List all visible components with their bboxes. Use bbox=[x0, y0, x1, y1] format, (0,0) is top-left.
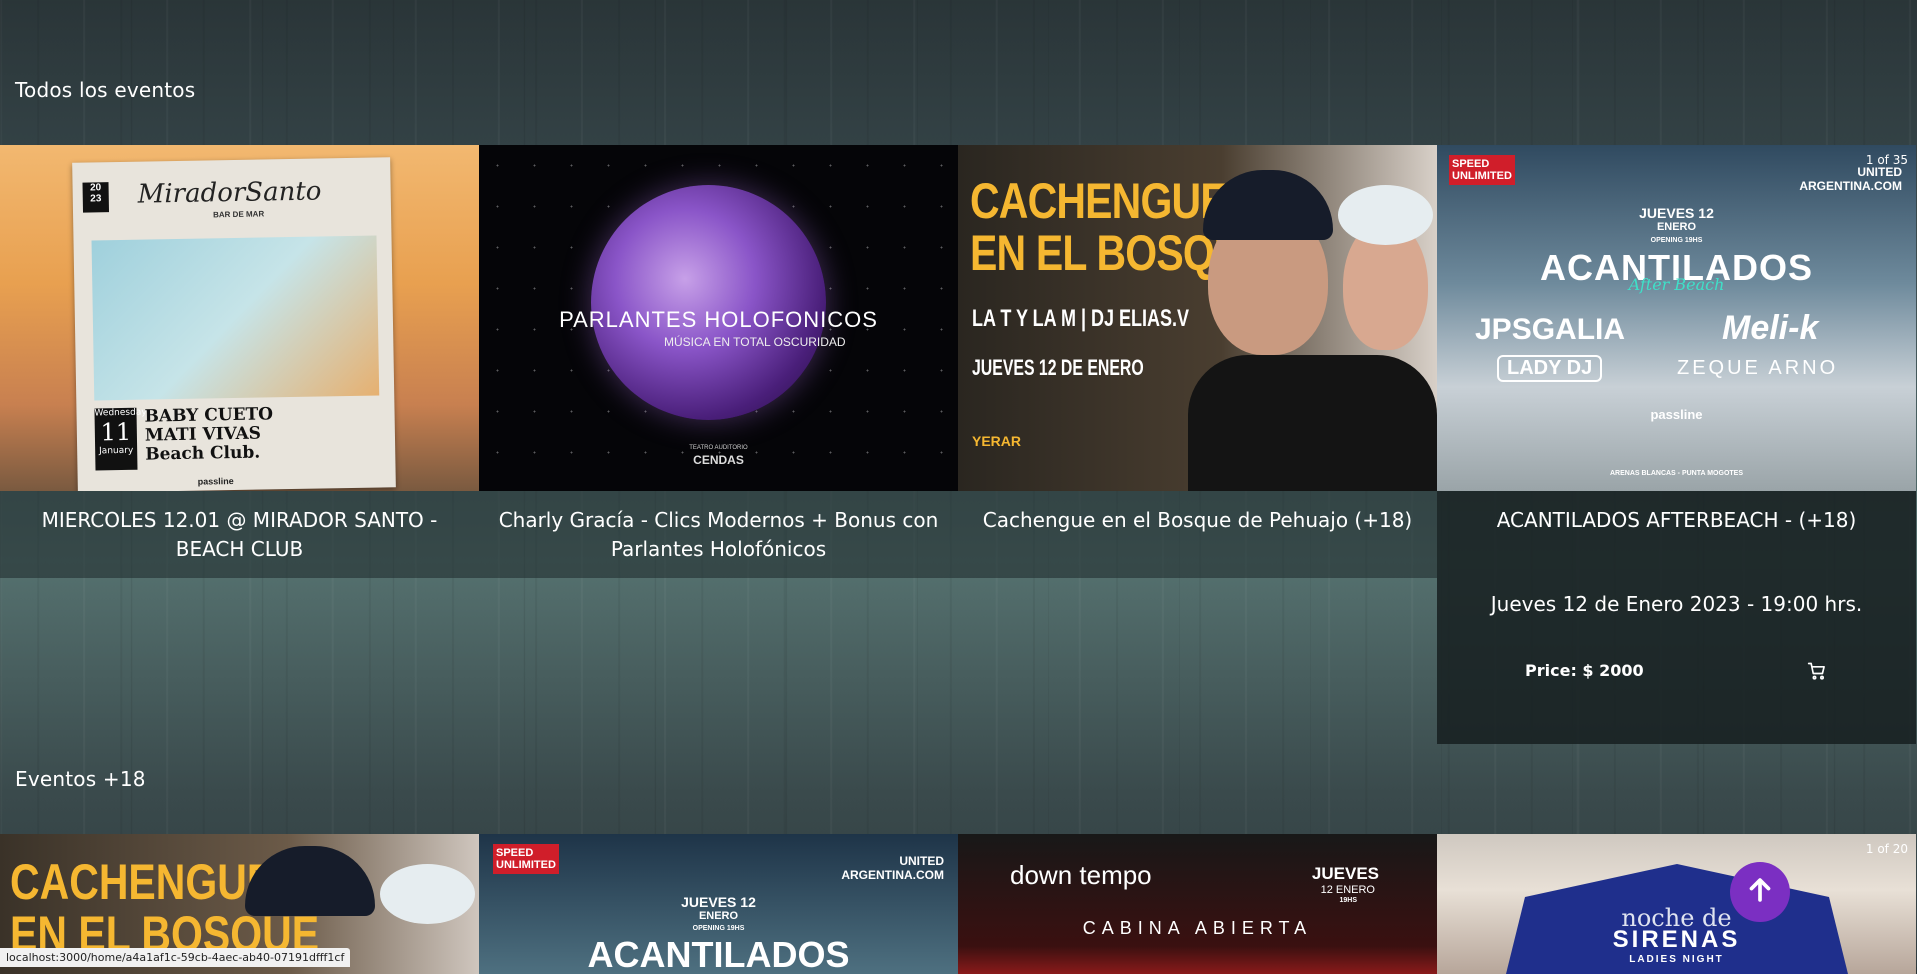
poster-line: LADIES NIGHT bbox=[1629, 954, 1724, 965]
poster-lineup: BABY CUETO MATI VIVAS Beach Club. bbox=[144, 404, 273, 465]
poster-day: JUEVES 12 bbox=[681, 894, 756, 910]
event-title-bar[interactable]: Charly Gracía - Clics Modernos + Bonus c… bbox=[479, 491, 958, 578]
event-title-bar[interactable]: MIERCOLES 12.01 @ MIRADOR SANTO - BEACH … bbox=[0, 491, 479, 578]
event-title-bar[interactable]: Cachengue en el Bosque de Pehuajo (+18) bbox=[958, 491, 1437, 578]
poster-month: ENERO bbox=[1656, 221, 1697, 233]
event-title-bar[interactable]: ACANTILADOS AFTERBEACH - (+18) bbox=[1437, 491, 1916, 578]
poster-sponsor: passline bbox=[1650, 407, 1703, 422]
event-title[interactable]: MIERCOLES 12.01 @ MIRADOR SANTO - BEACH … bbox=[0, 506, 479, 564]
poster-paper: MiradorSanto BAR DE MAR 20 23 Wednesday … bbox=[72, 157, 396, 491]
poster-planet bbox=[591, 185, 826, 420]
poster-month: ENERO bbox=[698, 910, 739, 922]
poster-footer: ARENAS BLANCAS - PUNTA MOGOTES bbox=[1610, 470, 1743, 477]
poster-badge: SPEED UNLIMITED bbox=[493, 844, 559, 874]
event-card[interactable]: down tempo JUEVES 12 ENERO 19HS CABINA A… bbox=[958, 834, 1437, 974]
poster-headline: PARLANTES HOLOFONICOS bbox=[559, 307, 878, 332]
event-card[interactable]: 1 of 20 noche de SIRENAS LADIES NIGHT bbox=[1437, 834, 1916, 974]
event-card[interactable]: PARLANTES HOLOFONICOS MÚSICA EN TOTAL OS… bbox=[479, 145, 958, 744]
event-price: Price: $ 2000 bbox=[1525, 661, 1644, 680]
poster-sponsor: passline bbox=[197, 476, 234, 487]
poster-month: January bbox=[99, 445, 134, 457]
poster-radio: UNITED ARGENTINA.COM bbox=[1799, 165, 1902, 193]
poster-badge: SPEED UNLIMITED bbox=[1449, 155, 1515, 185]
poster-date: 12 ENERO bbox=[1320, 884, 1375, 896]
event-poster[interactable]: CACHENGUE EN EL BOSQUE LA T Y LA M | DJ … bbox=[958, 145, 1437, 491]
poster-script: After Beach bbox=[1628, 275, 1725, 294]
poster-lineup: LA T Y LA M | DJ ELIAS.V bbox=[972, 305, 1190, 332]
event-poster[interactable]: 1 of 35 SPEED UNLIMITED UNITED ARGENTINA… bbox=[1437, 145, 1916, 491]
poster-headline: ACANTILADOS bbox=[587, 934, 850, 974]
poster-artist: LADY DJ bbox=[1497, 355, 1603, 382]
poster-subtitle: BAR DE MAR bbox=[212, 209, 265, 220]
poster-radio: UNITED ARGENTINA.COM bbox=[841, 854, 944, 882]
event-card[interactable]: MiradorSanto BAR DE MAR 20 23 Wednesday … bbox=[0, 145, 479, 744]
event-date: Jueves 12 de Enero 2023 - 19:00 hrs. bbox=[1490, 592, 1863, 616]
event-card[interactable]: CACHENGUE EN EL BOSQUE LA T Y LA M | DJ … bbox=[958, 145, 1437, 744]
arrow-up-icon bbox=[1743, 873, 1777, 911]
poster-hair bbox=[1338, 185, 1433, 245]
carousel-counter: 1 of 20 bbox=[1865, 842, 1908, 856]
poster-date: JUEVES 12 DE ENERO bbox=[972, 355, 1144, 380]
event-poster[interactable]: down tempo JUEVES 12 ENERO 19HS CABINA A… bbox=[958, 834, 1437, 974]
event-title[interactable]: Cachengue en el Bosque de Pehuajo (+18) bbox=[977, 506, 1418, 535]
carousel-counter: 1 of 35 bbox=[1865, 153, 1908, 167]
poster-line: SIRENAS bbox=[1612, 926, 1741, 953]
poster-brand: MiradorSanto bbox=[137, 176, 322, 210]
browser-status-bar: localhost:3000/home/a4a1af1c-59cb-4aec-a… bbox=[0, 948, 351, 967]
poster-sponsor: YERAR bbox=[972, 433, 1022, 449]
poster-day: JUEVES bbox=[1311, 864, 1379, 883]
poster-line: Beach Club. bbox=[145, 442, 261, 465]
event-title[interactable]: ACANTILADOS AFTERBEACH - (+18) bbox=[1491, 506, 1863, 535]
poster-opening: OPENING 19HS bbox=[692, 925, 745, 932]
event-poster[interactable]: 1 of 20 noche de SIRENAS LADIES NIGHT bbox=[1437, 834, 1916, 974]
poster-art bbox=[91, 235, 380, 401]
event-title[interactable]: Charly Gracía - Clics Modernos + Bonus c… bbox=[479, 506, 958, 564]
poster-year: 20 23 bbox=[82, 182, 110, 213]
poster-hair bbox=[380, 864, 475, 924]
event-poster[interactable]: SPEED UNLIMITED UNITED ARGENTINA.COM JUE… bbox=[479, 834, 958, 974]
event-poster[interactable]: PARLANTES HOLOFONICOS MÚSICA EN TOTAL OS… bbox=[479, 145, 958, 491]
event-poster[interactable]: MiradorSanto BAR DE MAR 20 23 Wednesday … bbox=[0, 145, 479, 491]
poster-artist: ZEQUE ARNO bbox=[1677, 357, 1839, 379]
poster-artist: Meli-k bbox=[1722, 309, 1819, 347]
section-title-all-events: Todos los eventos bbox=[15, 78, 196, 102]
poster-date-box: Wednesday 11 January bbox=[94, 408, 147, 471]
poster-tagline: MÚSICA EN TOTAL OSCURIDAD bbox=[664, 335, 846, 349]
scroll-to-top-button[interactable] bbox=[1730, 862, 1790, 922]
poster-brand: down tempo bbox=[1010, 860, 1152, 890]
poster-shirts bbox=[1188, 355, 1437, 491]
poster-opening: OPENING 19HS bbox=[1650, 237, 1703, 244]
poster-date: 11 bbox=[100, 417, 132, 447]
poster-hour: 19HS bbox=[1339, 897, 1357, 904]
poster-venue: CENDAS bbox=[693, 453, 744, 467]
poster-day: JUEVES 12 bbox=[1639, 205, 1714, 221]
event-card[interactable]: SPEED UNLIMITED UNITED ARGENTINA.COM JUE… bbox=[479, 834, 958, 974]
poster-venue-label: TEATRO AUDITORIO bbox=[689, 445, 748, 451]
event-card[interactable]: 1 of 35 SPEED UNLIMITED UNITED ARGENTINA… bbox=[1437, 145, 1916, 744]
poster-artist: JPSGALIA bbox=[1475, 313, 1626, 346]
cart-icon[interactable] bbox=[1807, 661, 1827, 685]
poster-headline: CABINA ABIERTA bbox=[1082, 918, 1313, 938]
section-title-adult-events: Eventos +18 bbox=[15, 767, 146, 791]
event-detail-panel: Jueves 12 de Enero 2023 - 19:00 hrs. Pri… bbox=[1437, 578, 1916, 744]
carousel-all-events[interactable]: MiradorSanto BAR DE MAR 20 23 Wednesday … bbox=[0, 145, 1917, 744]
